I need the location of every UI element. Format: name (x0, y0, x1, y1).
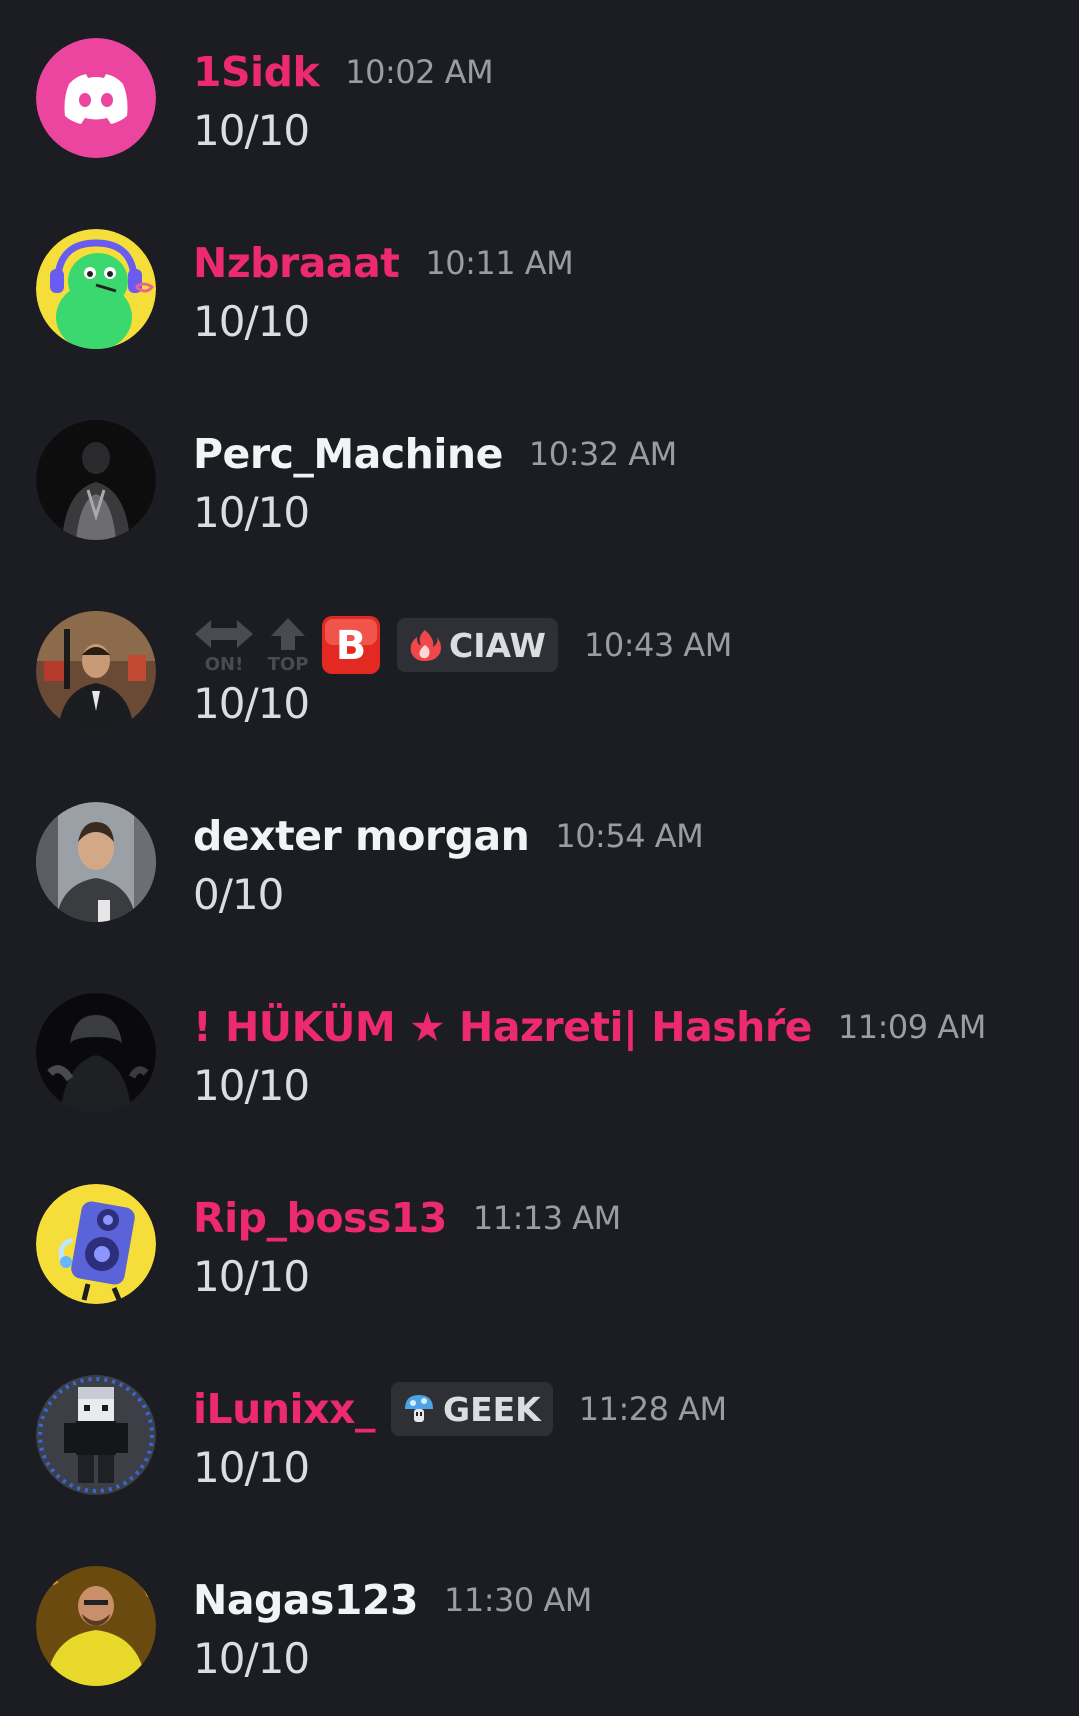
mushroom-icon (405, 1395, 434, 1422)
timestamp: 11:13 AM (472, 1199, 621, 1237)
avatar[interactable] (36, 1184, 156, 1304)
avatar[interactable] (36, 38, 156, 158)
minecraft-skin-avatar-icon (36, 1375, 156, 1495)
fire-icon (410, 630, 441, 661)
timestamp: 10:43 AM (583, 626, 732, 664)
server-tag[interactable]: CIAW (397, 618, 558, 672)
message-item[interactable]: Nzbraaat 10:11 AM 10/10 (0, 229, 1079, 379)
timestamp: 11:09 AM (837, 1008, 986, 1046)
green-alien-headset-avatar-icon (36, 229, 156, 349)
message-content: 10/10 (193, 679, 310, 728)
timestamp: 10:02 AM (345, 53, 494, 91)
message-item[interactable]: Rip_boss13 11:13 AM 10/10 (0, 1184, 1079, 1334)
avatar[interactable] (36, 993, 156, 1113)
message-item[interactable]: Perc_Machine 10:32 AM 10/10 (0, 420, 1079, 570)
message-header: Nagas123 11:30 AM (193, 1570, 592, 1630)
timestamp: 10:32 AM (528, 435, 677, 473)
avatar[interactable] (36, 802, 156, 922)
tag-label: CIAW (449, 625, 546, 665)
emoji-label: TOP (268, 654, 309, 674)
author-name[interactable]: Nagas123 (193, 1576, 418, 1624)
message-header: ON! TOP B CIAW 10:43 AM (193, 615, 732, 675)
avatar[interactable] (36, 1375, 156, 1495)
message-header: dexter morgan 10:54 AM (193, 806, 704, 866)
dark-portrait-avatar-icon (36, 420, 156, 540)
blue-speaker-character-avatar-icon (36, 1184, 156, 1304)
message-content: 0/10 (193, 870, 284, 919)
message-content: 10/10 (193, 488, 310, 537)
timestamp: 11:30 AM (443, 1581, 592, 1619)
message-header: 1Sidk 10:02 AM (193, 42, 494, 102)
author-name[interactable]: 1Sidk (193, 48, 320, 96)
message-content: 10/10 (193, 297, 310, 346)
message-item[interactable]: 1Sidk 10:02 AM 10/10 (0, 38, 1079, 188)
message-item[interactable]: Nagas123 11:30 AM 10/10 (0, 1566, 1079, 1716)
message-content: 10/10 (193, 1634, 310, 1683)
message-header: Perc_Machine 10:32 AM (193, 424, 677, 484)
message-feed: 1Sidk 10:02 AM 10/10 Nzbraaat 10:11 AM 1… (0, 0, 1079, 1686)
avatar[interactable] (36, 420, 156, 540)
movie-scene-avatar-icon (36, 611, 156, 731)
timestamp: 10:11 AM (425, 244, 574, 282)
discord-default-avatar-icon (36, 38, 156, 158)
message-content: 10/10 (193, 1061, 310, 1110)
message-content: 10/10 (193, 1252, 310, 1301)
author-name[interactable]: ! HÜKÜM ★ Hazreti| Hashŕe (193, 1003, 812, 1051)
author-name[interactable]: iLunixx_ (193, 1385, 376, 1433)
message-item[interactable]: ON! TOP B CIAW 10:43 AM 10/10 (0, 611, 1079, 761)
message-header: Nzbraaat 10:11 AM (193, 233, 574, 293)
timestamp: 10:54 AM (555, 817, 704, 855)
b-button-icon: B (321, 615, 381, 675)
left-right-arrow-icon: ON! (193, 616, 255, 674)
message-header: Rip_boss13 11:13 AM (193, 1188, 621, 1248)
avatar[interactable] (36, 1566, 156, 1686)
author-name[interactable]: Rip_boss13 (193, 1194, 447, 1242)
message-item[interactable]: dexter morgan 10:54 AM 0/10 (0, 802, 1079, 952)
up-arrow-icon: TOP (265, 616, 311, 674)
tag-label: GEEK (443, 1389, 541, 1429)
message-content: 10/10 (193, 1443, 310, 1492)
man-portrait-avatar-icon (36, 802, 156, 922)
timestamp: 11:28 AM (578, 1390, 727, 1428)
avatar[interactable] (36, 229, 156, 349)
message-header: ! HÜKÜM ★ Hazreti| Hashŕe 11:09 AM (193, 997, 986, 1057)
message-item[interactable]: iLunixx_ GEEK 11:28 AM 10/10 (0, 1375, 1079, 1525)
message-header: iLunixx_ GEEK 11:28 AM (193, 1379, 727, 1439)
message-content: 10/10 (193, 106, 310, 155)
emoji-label: ON! (205, 654, 244, 674)
author-name[interactable]: dexter morgan (193, 812, 530, 860)
author-name[interactable]: Perc_Machine (193, 430, 503, 478)
server-tag[interactable]: GEEK (391, 1382, 553, 1436)
yellow-suit-man-avatar-icon (36, 1566, 156, 1686)
emoji-label: B (336, 623, 367, 669)
hooded-figure-avatar-icon (36, 993, 156, 1113)
avatar[interactable] (36, 611, 156, 731)
author-name[interactable]: Nzbraaat (193, 239, 400, 287)
message-item[interactable]: ! HÜKÜM ★ Hazreti| Hashŕe 11:09 AM 10/10 (0, 993, 1079, 1143)
